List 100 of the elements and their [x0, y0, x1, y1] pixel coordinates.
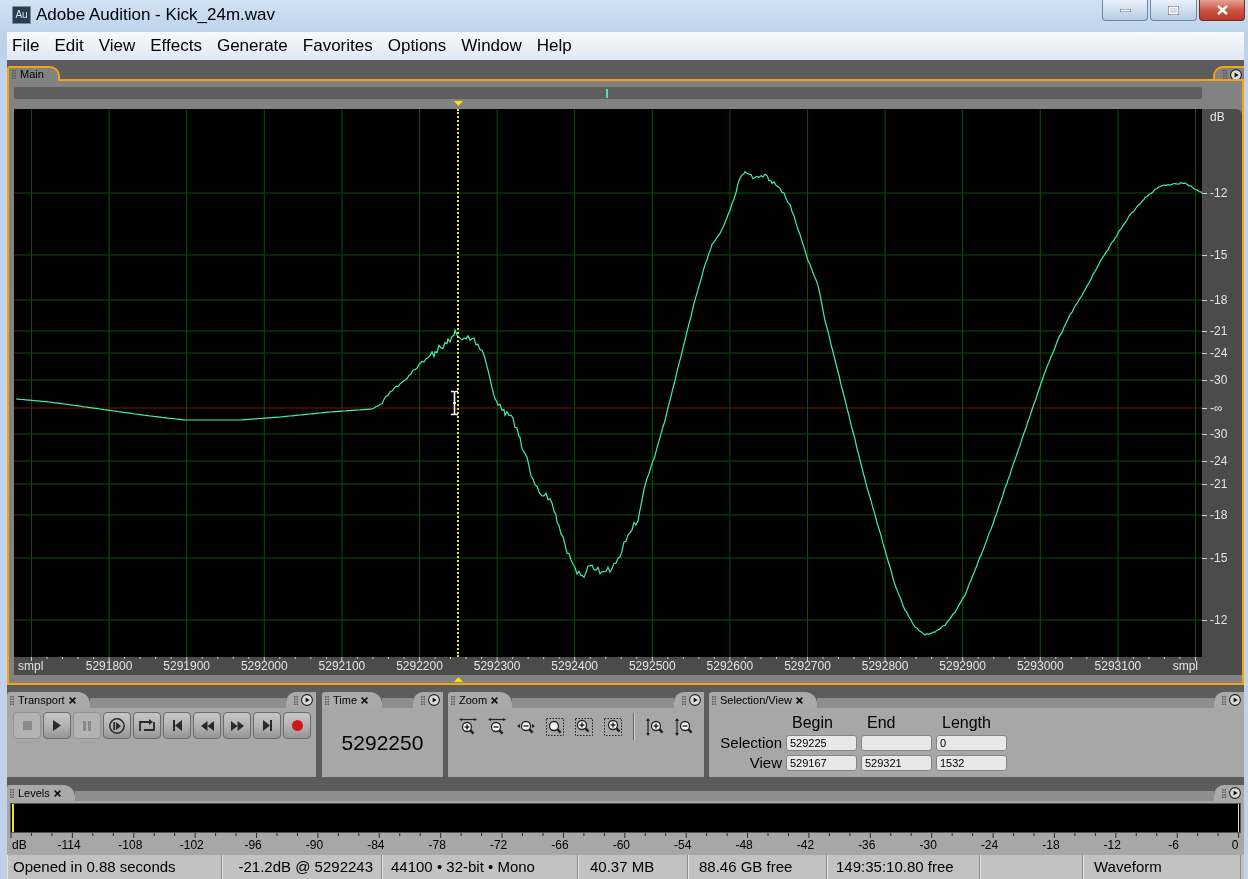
- scale-label: -30: [919, 838, 937, 852]
- grip-icon[interactable]: [325, 695, 329, 705]
- app-logo: Au: [12, 6, 31, 24]
- scale-label: -18: [1042, 838, 1060, 852]
- begin-field[interactable]: 529225: [786, 735, 857, 751]
- ruler-label: 5292000: [240, 659, 288, 673]
- ruler-label: 5292400: [551, 659, 599, 673]
- ruler-label: -21: [1210, 477, 1228, 491]
- grip-icon[interactable]: [1223, 70, 1227, 79]
- menu-item[interactable]: Help: [536, 36, 572, 56]
- pause-icon: [83, 720, 91, 731]
- zoom-out-arrow-icon[interactable]: [488, 718, 506, 736]
- play-icon: [53, 720, 61, 731]
- rewind-icon: [200, 720, 214, 731]
- play-button[interactable]: [43, 712, 71, 739]
- status-text: 88.46 GB free: [699, 858, 793, 876]
- menu-item[interactable]: Generate: [216, 36, 288, 56]
- scale-label: dB: [12, 838, 27, 852]
- scale-label: -6: [1168, 838, 1179, 852]
- text-cursor-icon: [450, 390, 459, 416]
- menu-item[interactable]: Favorites: [302, 36, 373, 56]
- go-to-end-button[interactable]: [253, 712, 281, 739]
- close-icon[interactable]: [361, 696, 369, 704]
- ruler-label: 5292300: [473, 659, 521, 673]
- vertical-zoom-in-icon[interactable]: [646, 718, 664, 736]
- scale-label: -78: [428, 838, 446, 852]
- close-icon[interactable]: [491, 696, 499, 704]
- fast-forward-button[interactable]: [223, 712, 251, 739]
- length-field[interactable]: 1532: [936, 755, 1007, 771]
- column-header: End: [867, 714, 896, 731]
- fast-forward-icon: [230, 720, 244, 731]
- scale-label: -102: [179, 838, 204, 852]
- ruler-label: -30: [1210, 373, 1228, 387]
- ruler-label: -24: [1210, 454, 1228, 468]
- grip-icon[interactable]: [712, 695, 716, 705]
- rewind-button[interactable]: [193, 712, 221, 739]
- play-to-end-button[interactable]: [103, 712, 131, 739]
- scale-label: -12: [1103, 838, 1121, 852]
- panel-tab[interactable]: Zoom: [448, 692, 513, 708]
- playhead-marker-icon[interactable]: [453, 677, 463, 682]
- menu-item[interactable]: View: [98, 36, 136, 56]
- end-field[interactable]: [861, 735, 932, 751]
- minimize-button[interactable]: [1102, 0, 1148, 21]
- row-label: View: [749, 754, 782, 772]
- record-icon: [291, 720, 303, 731]
- grip-icon[interactable]: [12, 70, 16, 79]
- grip-icon[interactable]: [682, 695, 686, 705]
- close-icon[interactable]: [53, 789, 61, 797]
- scale-label: -66: [551, 838, 569, 852]
- scale-label: -96: [244, 838, 262, 852]
- grip-icon[interactable]: [10, 695, 14, 705]
- playhead-marker-icon[interactable]: [453, 101, 463, 106]
- view-marker-icon[interactable]: [606, 89, 608, 98]
- menu-item[interactable]: Edit: [54, 36, 84, 56]
- playhead-line[interactable]: [457, 109, 460, 657]
- ruler-label: 5293000: [1016, 659, 1064, 673]
- status-text: -21.2dB @ 5292243: [238, 858, 373, 876]
- panel-tab[interactable]: Levels: [7, 785, 75, 801]
- maximize-button[interactable]: [1150, 0, 1197, 21]
- close-icon[interactable]: [68, 696, 76, 704]
- menu-item[interactable]: Effects: [150, 36, 202, 56]
- scale-label: -60: [612, 838, 630, 852]
- menu-item[interactable]: File: [12, 36, 40, 56]
- loop-button[interactable]: [133, 712, 161, 739]
- ruler-label: 5292100: [318, 659, 366, 673]
- close-button[interactable]: [1199, 0, 1245, 21]
- zoom-in-arrow-icon[interactable]: [459, 718, 477, 736]
- zoom-out-icon[interactable]: [517, 718, 535, 736]
- vertical-zoom-out-icon[interactable]: [675, 718, 693, 736]
- ruler-label: -30: [1210, 427, 1228, 441]
- grip-icon[interactable]: [451, 695, 455, 705]
- menu-item[interactable]: Window: [461, 36, 522, 56]
- status-text: 149:35:10.80 free: [836, 858, 954, 876]
- zoom-box-icon[interactable]: [546, 718, 564, 736]
- grip-icon[interactable]: [10, 788, 14, 798]
- ruler-label: 5292200: [396, 659, 443, 673]
- ruler-label: 5292500: [628, 659, 676, 673]
- grip-icon[interactable]: [421, 695, 425, 705]
- menu-item[interactable]: Options: [387, 36, 447, 56]
- status-text: 44100 • 32-bit • Mono: [391, 858, 535, 876]
- grip-icon[interactable]: [294, 695, 298, 705]
- length-field[interactable]: 0: [936, 735, 1007, 751]
- circle-play-icon: [109, 717, 125, 734]
- grip-icon[interactable]: [1222, 695, 1226, 705]
- go-to-start-button[interactable]: [163, 712, 191, 739]
- skip-back-icon: [172, 720, 182, 731]
- panel-tab[interactable]: Selection/View: [709, 692, 817, 708]
- grip-icon[interactable]: [1222, 788, 1226, 798]
- end-field[interactable]: 529321: [861, 755, 932, 771]
- close-icon[interactable]: [795, 696, 803, 704]
- begin-field[interactable]: 529167: [786, 755, 857, 771]
- scale-label: -108: [118, 838, 143, 852]
- ruler-label: -15: [1210, 551, 1228, 565]
- panel-tab[interactable]: Main: [7, 66, 60, 81]
- panel-tab[interactable]: Time: [322, 692, 383, 708]
- panel-tab[interactable]: Transport: [7, 692, 90, 708]
- status-text: Waveform: [1094, 858, 1162, 876]
- zoom-box-left-icon[interactable]: [575, 718, 593, 736]
- skip-forward-icon: [262, 720, 272, 731]
- zoom-box-right-icon[interactable]: [604, 718, 622, 736]
